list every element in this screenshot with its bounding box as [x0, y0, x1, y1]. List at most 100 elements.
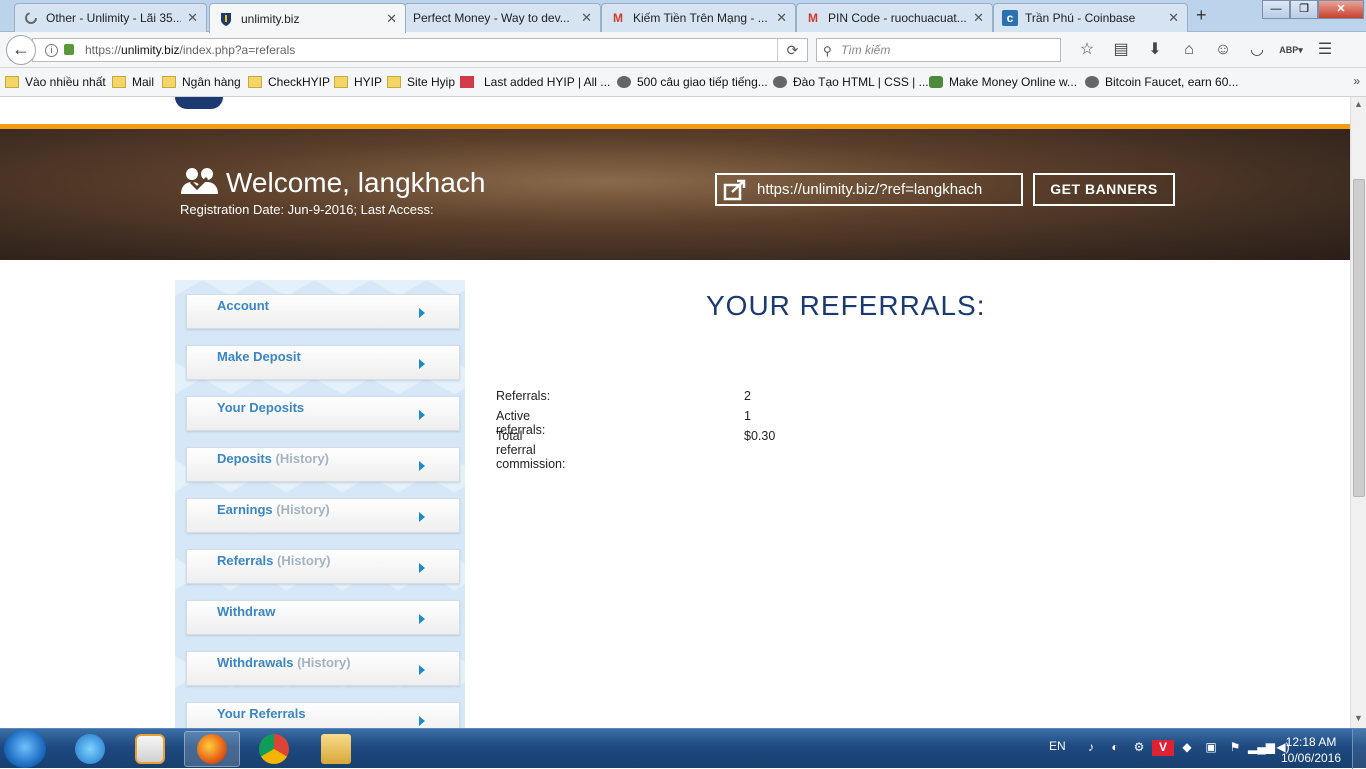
- site-logo[interactable]: [175, 97, 223, 109]
- reading-list-icon[interactable]: ▤: [1104, 38, 1138, 62]
- url-bar[interactable]: i https://unlimity.biz/index.php?a=refer…: [32, 38, 808, 62]
- taskbar-app-chrome[interactable]: [246, 731, 302, 767]
- tab-pin-code[interactable]: M PIN Code - ruochuacuat... ✕: [796, 3, 993, 32]
- sidebar-item-referrals-history[interactable]: Referrals (History): [186, 549, 460, 584]
- close-tab-icon[interactable]: ✕: [973, 10, 984, 26]
- star-folder-icon: [5, 76, 19, 88]
- sidebar-item-label: Referrals (History): [217, 553, 330, 568]
- bookmark-item[interactable]: Vào nhiều nhất: [5, 75, 106, 89]
- tab-kiem-tien[interactable]: M Kiếm Tiền Trên Mạng - ... ✕: [601, 3, 796, 32]
- tray-app-icon[interactable]: ♪: [1080, 740, 1102, 756]
- stat-value: $0.30: [744, 429, 776, 443]
- get-banners-button[interactable]: GET BANNERS: [1033, 173, 1175, 206]
- home-icon[interactable]: ⌂: [1172, 38, 1206, 62]
- bookmark-item[interactable]: HYIP: [334, 75, 382, 89]
- bookmark-item[interactable]: Site Hyip: [387, 75, 455, 89]
- system-clock[interactable]: 12:18 AM 10/06/2016: [1276, 734, 1346, 766]
- bookmark-item[interactable]: Mail: [112, 75, 154, 89]
- tab-other-unlimity[interactable]: Other - Unlimity - Lãi 35... ✕: [14, 3, 207, 32]
- bookmark-label: Vào nhiều nhất: [25, 75, 106, 89]
- pocket-icon[interactable]: ◡: [1240, 38, 1274, 62]
- sidebar-item-text: Your Deposits: [217, 400, 305, 415]
- new-tab-button[interactable]: +: [1196, 5, 1207, 26]
- sidebar-item-account[interactable]: Account: [186, 294, 460, 329]
- folder-icon: [112, 76, 126, 88]
- tab-title: Perfect Money - Way to dev...: [413, 11, 570, 25]
- tray-app-icon[interactable]: V: [1152, 740, 1174, 756]
- site-info-icon[interactable]: i: [45, 44, 58, 57]
- sidebar-item-your-referrals[interactable]: Your Referrals: [186, 702, 460, 728]
- bookmark-item[interactable]: Bitcoin Faucet, earn 60...: [1085, 75, 1238, 89]
- bookmark-item[interactable]: Ngân hàng: [162, 75, 241, 89]
- close-tab-icon[interactable]: ✕: [776, 10, 787, 26]
- reload-icon[interactable]: ⟳: [777, 39, 807, 61]
- sidebar-item-earnings-history[interactable]: Earnings (History): [186, 498, 460, 533]
- globe-icon: [929, 76, 943, 88]
- scroll-up-icon[interactable]: ▲: [1354, 99, 1363, 109]
- page-scrollbar[interactable]: ▲ ▼: [1350, 97, 1366, 728]
- tab-unlimity[interactable]: unlimity.biz ✕: [209, 3, 406, 33]
- search-input[interactable]: ⚲ Tìm kiếm: [816, 38, 1061, 62]
- minimize-button[interactable]: —: [1262, 0, 1290, 19]
- sidebar-item-deposits-history[interactable]: Deposits (History): [186, 447, 460, 482]
- clock-date: 10/06/2016: [1280, 751, 1342, 765]
- scroll-down-icon[interactable]: ▼: [1354, 713, 1363, 723]
- bookmark-item[interactable]: CheckHYIP: [248, 75, 330, 89]
- chevron-right-icon: [419, 410, 425, 420]
- taskbar-app-explorer[interactable]: [308, 731, 364, 767]
- sidebar-item-label: Account: [217, 298, 269, 313]
- referral-link-box[interactable]: https://unlimity.biz/?ref=langkhach: [715, 173, 1023, 206]
- bookmarks-overflow-icon[interactable]: »: [1353, 74, 1360, 88]
- tab-title: Kiếm Tiền Trên Mạng - ...: [633, 11, 768, 25]
- folder-icon: [248, 76, 262, 88]
- sidebar-item-label: Your Referrals: [217, 706, 306, 721]
- close-tab-icon[interactable]: ✕: [187, 10, 198, 26]
- registration-info: Registration Date: Jun-9-2016; Last Acce…: [180, 202, 434, 217]
- navigation-toolbar: i https://unlimity.biz/index.php?a=refer…: [0, 32, 1366, 68]
- chevron-right-icon: [419, 512, 425, 522]
- tray-app-icon[interactable]: ▣: [1200, 740, 1222, 756]
- scrollbar-thumb[interactable]: [1353, 179, 1365, 497]
- tab-title: unlimity.biz: [241, 11, 300, 26]
- taskbar-app-media[interactable]: [122, 731, 178, 767]
- media-player-icon: [135, 734, 165, 764]
- window-close-button[interactable]: ✕: [1318, 0, 1364, 19]
- adblock-icon[interactable]: ABP▾: [1274, 38, 1308, 62]
- taskbar-app-firefox[interactable]: [184, 731, 240, 767]
- bookmark-item[interactable]: Make Money Online w...: [929, 75, 1077, 89]
- bookmark-item[interactable]: 500 câu giao tiếp tiếng...: [617, 75, 768, 89]
- menu-icon[interactable]: ☰: [1308, 38, 1342, 62]
- language-indicator[interactable]: EN: [1049, 739, 1066, 753]
- maximize-button[interactable]: ❐: [1290, 0, 1318, 19]
- tab-coinbase[interactable]: c Trần Phú - Coinbase ✕: [993, 3, 1188, 32]
- close-tab-icon[interactable]: ✕: [581, 10, 592, 26]
- taskbar-app-ie[interactable]: [62, 731, 118, 767]
- bookmark-item[interactable]: Last added HYIP | All ...: [460, 75, 610, 89]
- close-tab-icon[interactable]: ✕: [386, 11, 397, 27]
- start-button[interactable]: [4, 730, 46, 768]
- tray-app-icon[interactable]: ◐: [1104, 740, 1126, 756]
- tray-app-icon[interactable]: ⚙: [1128, 740, 1150, 756]
- tab-perfect-money[interactable]: Perfect Money - Way to dev... ✕: [404, 3, 601, 32]
- smiley-icon[interactable]: ☺: [1206, 38, 1240, 62]
- bookmark-item[interactable]: Đào Tạo HTML | CSS | ...: [773, 75, 929, 89]
- back-button[interactable]: ←: [6, 35, 36, 65]
- folder-icon: [387, 76, 401, 88]
- loading-icon: [23, 10, 39, 26]
- sidebar-item-your-deposits[interactable]: Your Deposits: [186, 396, 460, 431]
- bookmark-star-icon[interactable]: ☆: [1070, 38, 1104, 62]
- download-icon[interactable]: ⬇: [1138, 38, 1172, 62]
- sidebar-item-withdrawals-history[interactable]: Withdrawals (History): [186, 651, 460, 686]
- tray-app-icon[interactable]: ◆: [1176, 740, 1198, 756]
- coinbase-icon: c: [1002, 10, 1018, 26]
- close-tab-icon[interactable]: ✕: [1168, 10, 1179, 26]
- show-desktop-button[interactable]: [1352, 729, 1366, 769]
- tab-title: PIN Code - ruochuacuat...: [828, 11, 967, 25]
- sidebar-item-make-deposit[interactable]: Make Deposit: [186, 345, 460, 380]
- network-icon[interactable]: ▂▄▆: [1248, 740, 1275, 756]
- allhyip-icon: [460, 76, 474, 88]
- sidebar-item-withdraw[interactable]: Withdraw: [186, 600, 460, 635]
- globe-icon: [1085, 76, 1099, 88]
- chevron-right-icon: [419, 359, 425, 369]
- action-center-icon[interactable]: ⚑: [1224, 740, 1246, 756]
